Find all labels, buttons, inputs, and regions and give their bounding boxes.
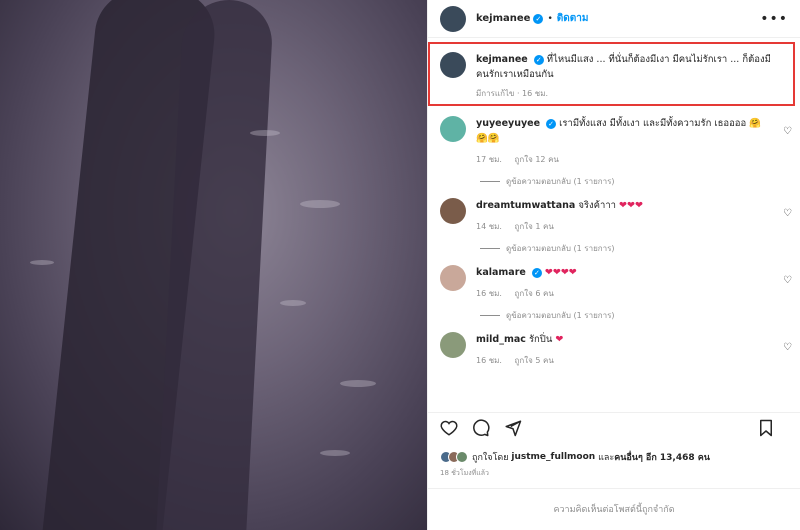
sand-speck	[340, 380, 376, 387]
replies-line	[480, 181, 500, 182]
comment-text: จริงค้าาา	[578, 200, 616, 211]
replies-label[interactable]: ดูข้อความตอบกลับ (1 รายการ)	[506, 175, 615, 188]
comment-time: 16 ชม.	[476, 289, 502, 298]
caption-meta: มีการแก้ไข · 16 ชม.	[476, 89, 549, 98]
likes-summary: ถูกใจโดย justme_fullmoon และ คนอื่นๆ อีก…	[440, 450, 710, 464]
likes-others-link[interactable]: คนอื่นๆ อีก 13,468 คน	[614, 450, 710, 464]
like-comment-heart-icon[interactable]: ♡	[783, 275, 792, 286]
comment-body: kalamare ✓ ❤❤❤❤ 16 ชม. ถูกใจ 6 คน	[476, 265, 766, 301]
verified-badge-icon: ✓	[533, 13, 544, 24]
comment-meta: 16 ชม. ถูกใจ 5 คน	[476, 353, 766, 368]
verified-badge-icon: ✓	[546, 118, 557, 129]
like-heart-icon[interactable]	[440, 419, 458, 437]
comment-list: yuyeeyuyee ✓ เรามีทั้งแสง มีทั้งเงา และม…	[428, 112, 800, 372]
comment-text: รักปิ่น	[528, 334, 553, 345]
likes-prefix: ถูกใจโดย	[472, 453, 509, 463]
posted-time: 18 ชั่วโมงที่แล้ว	[440, 469, 489, 477]
avatar[interactable]	[440, 116, 466, 142]
likes-and: และ	[598, 453, 615, 463]
caption-time: 16 ชม.	[522, 89, 549, 98]
comment-item: mild_mac รักปิ่น ❤ 16 ชม. ถูกใจ 5 คน ♡	[428, 328, 800, 372]
comment-body: mild_mac รักปิ่น ❤ 16 ชม. ถูกใจ 5 คน	[476, 332, 766, 368]
comment-body: yuyeeyuyee ✓ เรามีทั้งแสง มีทั้งเงา และม…	[476, 116, 766, 167]
post-viewer: kejmanee ✓ • ติดตาม ••• kejmanee ✓ ที่ไห…	[0, 0, 800, 530]
comment-item: dreamtumwattana จริงค้าาา ❤❤❤ 14 ชม. ถูก…	[428, 194, 800, 238]
comment-likes[interactable]: ถูกใจ 1 คน	[515, 222, 554, 231]
post-header: kejmanee ✓ • ติดตาม •••	[428, 0, 800, 38]
like-comment-heart-icon[interactable]: ♡	[783, 126, 792, 137]
comment-meta: 16 ชม. ถูกใจ 6 คน	[476, 286, 766, 301]
avatar[interactable]	[440, 5, 466, 32]
comment-likes[interactable]: ถูกใจ 12 คน	[515, 155, 559, 164]
caption-body: kejmanee ✓ ที่ไหนมีแสง ... ที่นั่นก็ต้อง…	[476, 52, 783, 98]
follow-button[interactable]: ติดตาม	[557, 11, 589, 26]
sand-speck	[280, 300, 306, 306]
avatar[interactable]	[440, 52, 466, 78]
comment-username[interactable]: dreamtumwattana	[476, 200, 575, 211]
sand-speck	[30, 260, 54, 265]
comment-icon[interactable]	[472, 419, 490, 437]
heart-emojis: ❤❤❤❤	[544, 267, 577, 278]
replies-label[interactable]: ดูข้อความตอบกลับ (1 รายการ)	[506, 242, 615, 255]
comment-time: 17 ชม.	[476, 155, 502, 164]
header-username[interactable]: kejmanee	[476, 13, 530, 24]
edited-label: มีการแก้ไข	[476, 89, 515, 98]
bookmark-icon[interactable]	[758, 419, 774, 437]
heart-emojis: ❤❤❤	[619, 200, 643, 211]
post-side-panel: kejmanee ✓ • ติดตาม ••• kejmanee ✓ ที่ไห…	[427, 0, 800, 530]
avatar[interactable]	[440, 198, 466, 224]
share-icon[interactable]	[504, 419, 522, 437]
sand-speck	[300, 200, 340, 208]
avatar[interactable]	[440, 265, 466, 291]
sand-speck	[320, 450, 350, 456]
replies-label[interactable]: ดูข้อความตอบกลับ (1 รายการ)	[506, 309, 615, 322]
comments-limited-notice: ความคิดเห็นต่อโพสต์นี้ถูกจำกัด	[428, 488, 800, 530]
comment-body: dreamtumwattana จริงค้าาา ❤❤❤ 14 ชม. ถูก…	[476, 198, 766, 234]
comment-likes[interactable]: ถูกใจ 6 คน	[515, 289, 554, 298]
post-photo	[0, 0, 427, 530]
likes-first-user[interactable]: justme_fullmoon	[511, 452, 595, 462]
caption-username[interactable]: kejmanee	[476, 54, 528, 65]
like-comment-heart-icon[interactable]: ♡	[783, 208, 792, 219]
comment-username[interactable]: kalamare	[476, 267, 526, 278]
view-replies-link[interactable]: ดูข้อความตอบกลับ (1 รายการ)	[428, 171, 800, 194]
replies-line	[480, 315, 500, 316]
like-comment-heart-icon[interactable]: ♡	[783, 342, 792, 353]
caption-highlight: kejmanee ✓ ที่ไหนมีแสง ... ที่นั่นก็ต้อง…	[428, 42, 795, 106]
heart-emojis: ❤	[555, 334, 564, 345]
comment-item: yuyeeyuyee ✓ เรามีทั้งแสง มีทั้งเงา และม…	[428, 112, 800, 171]
comment-time: 16 ชม.	[476, 356, 502, 365]
action-bar	[428, 412, 800, 442]
comment-username[interactable]: yuyeeyuyee	[476, 118, 540, 129]
avatar[interactable]	[440, 332, 466, 358]
verified-badge-icon: ✓	[531, 267, 542, 278]
view-replies-link[interactable]: ดูข้อความตอบกลับ (1 รายการ)	[428, 305, 800, 328]
comment-meta: 14 ชม. ถูกใจ 1 คน	[476, 219, 766, 234]
verified-badge-icon: ✓	[533, 54, 544, 65]
sand-speck	[250, 130, 280, 136]
comment-username[interactable]: mild_mac	[476, 334, 526, 345]
comment-likes[interactable]: ถูกใจ 5 คน	[515, 356, 554, 365]
comment-time: 14 ชม.	[476, 222, 502, 231]
separator-dot: •	[547, 13, 553, 24]
comment-meta: 17 ชม. ถูกใจ 12 คน	[476, 152, 766, 167]
liker-avatar	[456, 451, 468, 463]
replies-line	[480, 248, 500, 249]
comment-item: kalamare ✓ ❤❤❤❤ 16 ชม. ถูกใจ 6 คน ♡	[428, 261, 800, 305]
view-replies-link[interactable]: ดูข้อความตอบกลับ (1 รายการ)	[428, 238, 800, 261]
more-options-icon[interactable]: •••	[760, 11, 788, 27]
